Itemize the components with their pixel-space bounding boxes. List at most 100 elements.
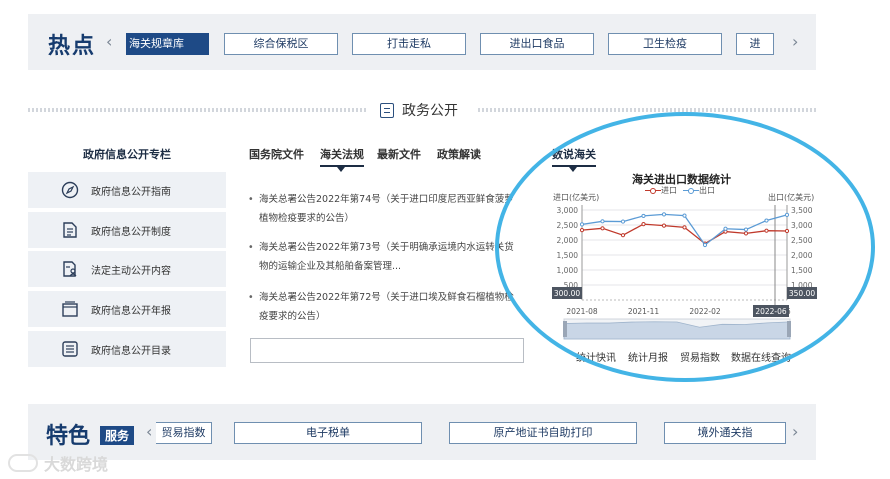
feature-tag-3[interactable]: 境外通关指: [664, 422, 786, 444]
folder-icon: [61, 300, 79, 318]
tab-latest-files[interactable]: 最新文件: [377, 146, 421, 162]
y-tick-right: 1,000: [791, 281, 813, 290]
y-tick-right: 2,000: [791, 251, 813, 260]
y-tick-left: 2,000: [557, 236, 579, 245]
news-item[interactable]: 海关总署公告2022年第73号（关于明确承运境内水运转关货物的运输企业及其船舶备…: [248, 238, 522, 276]
active-tab-caret: [337, 167, 345, 172]
readout-bottom: 2022-06: [755, 307, 787, 316]
tab-policy-interpretation[interactable]: 政策解读: [437, 146, 481, 162]
y-tick-left: 500: [564, 281, 579, 290]
legend-import: 进口: [661, 186, 677, 195]
y-axis-left-label: 进口(亿美元): [553, 193, 600, 202]
section-header: 政务公开: [380, 100, 458, 120]
tab-state-council[interactable]: 国务院文件: [249, 146, 304, 162]
news-item-text: 海关总署公告2022年第73号（关于明确承运境内水运转关货物的运输企业及其船舶备…: [259, 242, 514, 272]
sidebar-item-label: 政府信息公开制度: [91, 226, 171, 238]
featured-services-bar: 特色 服务 ‹ 贸易指数 电子税单 原产地证书自助打印 境外通关指 ›: [28, 404, 816, 460]
chart-legend[interactable]: 进口 出口: [645, 185, 715, 196]
document-icon: [380, 102, 394, 118]
range-slider-handle-left: [563, 321, 567, 337]
y-tick-right: 3,000: [791, 221, 813, 230]
sidebar-item-catalog[interactable]: 政府信息公开目录: [28, 331, 226, 367]
section-title: 政务公开: [402, 103, 458, 119]
y-tick-right: 1,500: [791, 266, 813, 275]
data-point: [661, 223, 667, 228]
data-point: [743, 227, 749, 232]
divider: [28, 108, 368, 112]
feature-tag-1[interactable]: 电子税单: [234, 422, 422, 444]
hot-tag-3[interactable]: 进出口食品: [480, 33, 594, 55]
data-point: [661, 212, 667, 217]
news-item[interactable]: 海关总署公告2022年第72号（关于进口埃及鲜食石榴植物检疫要求的公告）: [248, 288, 522, 326]
chevron-right-icon[interactable]: ›: [792, 32, 798, 51]
document-person-icon: [61, 260, 79, 278]
watermark: 大数跨境: [8, 451, 108, 475]
hot-tag-0[interactable]: 海关规章库: [126, 33, 209, 55]
data-point: [600, 226, 605, 231]
hot-tag-4[interactable]: 卫生检疫: [608, 33, 722, 55]
y-tick-left: 1,000: [557, 266, 579, 275]
data-point: [641, 213, 646, 219]
y-tick-left: 1,500: [557, 251, 579, 260]
news-item-text: 海关总署公告2022年第72号（关于进口埃及鲜食石榴植物检疫要求的公告）: [259, 292, 514, 322]
data-point: [600, 219, 605, 224]
stat-link-query[interactable]: 数据在线查询: [731, 349, 791, 364]
chevron-right-icon[interactable]: ›: [792, 422, 798, 441]
stat-link-monthly[interactable]: 统计月报: [628, 349, 668, 364]
sidebar-item-guide[interactable]: 政府信息公开指南: [28, 172, 226, 208]
featured-badge: 服务: [100, 426, 135, 445]
import-legend-swatch: [645, 187, 661, 195]
hot-tag-2[interactable]: 打击走私: [352, 33, 466, 55]
tab-customs-data[interactable]: 数说海关: [552, 146, 596, 167]
x-tick: 2021-08: [566, 307, 598, 316]
data-point: [723, 229, 728, 234]
sidebar-item-system[interactable]: 政府信息公开制度: [28, 212, 226, 248]
export-legend-swatch: [683, 187, 699, 195]
compass-icon: [61, 181, 79, 199]
data-point: [702, 242, 708, 248]
hot-tag-1[interactable]: 综合保税区: [224, 33, 338, 55]
range-slider-track: [563, 318, 791, 340]
x-tick: 202: [757, 307, 772, 316]
chevron-left-icon[interactable]: ‹: [106, 32, 112, 51]
list-icon: [61, 340, 79, 358]
tab-customs-regulations[interactable]: 海关法规: [320, 146, 364, 167]
search-input[interactable]: [250, 338, 524, 363]
data-point: [764, 228, 769, 233]
readout-left: 300.00: [554, 289, 580, 298]
y-tick-right: 2,500: [791, 236, 813, 245]
sidebar-item-label: 政府信息公开目录: [91, 345, 171, 357]
sidebar-item-annual[interactable]: 政府信息公开年报: [28, 291, 226, 327]
data-point: [620, 233, 626, 238]
data-point: [784, 228, 790, 234]
data-point: [682, 213, 687, 218]
x-tick: 2022-02: [689, 307, 721, 316]
data-point: [702, 241, 708, 246]
y-tick-left: 3,000: [557, 206, 579, 215]
feature-tag-2[interactable]: 原产地证书自助打印: [449, 422, 637, 444]
document-list-icon: [61, 221, 79, 239]
stat-link-flash[interactable]: 统计快讯: [576, 349, 616, 364]
watermark-text: 大数跨境: [44, 455, 109, 474]
stat-link-index[interactable]: 贸易指数: [680, 349, 720, 364]
active-tab-caret: [569, 167, 577, 172]
divider: [478, 108, 816, 112]
data-point: [620, 219, 626, 224]
range-slider-preview: [563, 321, 791, 340]
y-axis-right-label: 出口(亿美元): [768, 193, 815, 202]
sidebar-item-label: 政府信息公开年报: [91, 305, 171, 317]
data-point: [579, 228, 585, 233]
legend-export: 出口: [699, 186, 715, 195]
readout-right-box: [787, 287, 817, 299]
readout-left-box: [552, 287, 582, 299]
sidebar-item-label: 政府信息公开指南: [91, 186, 171, 198]
chevron-left-icon[interactable]: ‹: [146, 422, 152, 441]
readout-bottom-box: [753, 305, 789, 317]
sidebar-item-legal[interactable]: 法定主动公开内容: [28, 251, 226, 287]
y-tick-left: 2,500: [557, 221, 579, 230]
readout-right: 350.00: [789, 289, 815, 298]
x-tick: 2021-11: [628, 307, 660, 316]
news-item[interactable]: 海关总署公告2022年第74号（关于进口印度尼西亚鲜食菠萝植物检疫要求的公告）: [248, 190, 522, 228]
hot-tag-5[interactable]: 进: [736, 33, 774, 55]
feature-tag-0[interactable]: 贸易指数: [156, 422, 212, 444]
